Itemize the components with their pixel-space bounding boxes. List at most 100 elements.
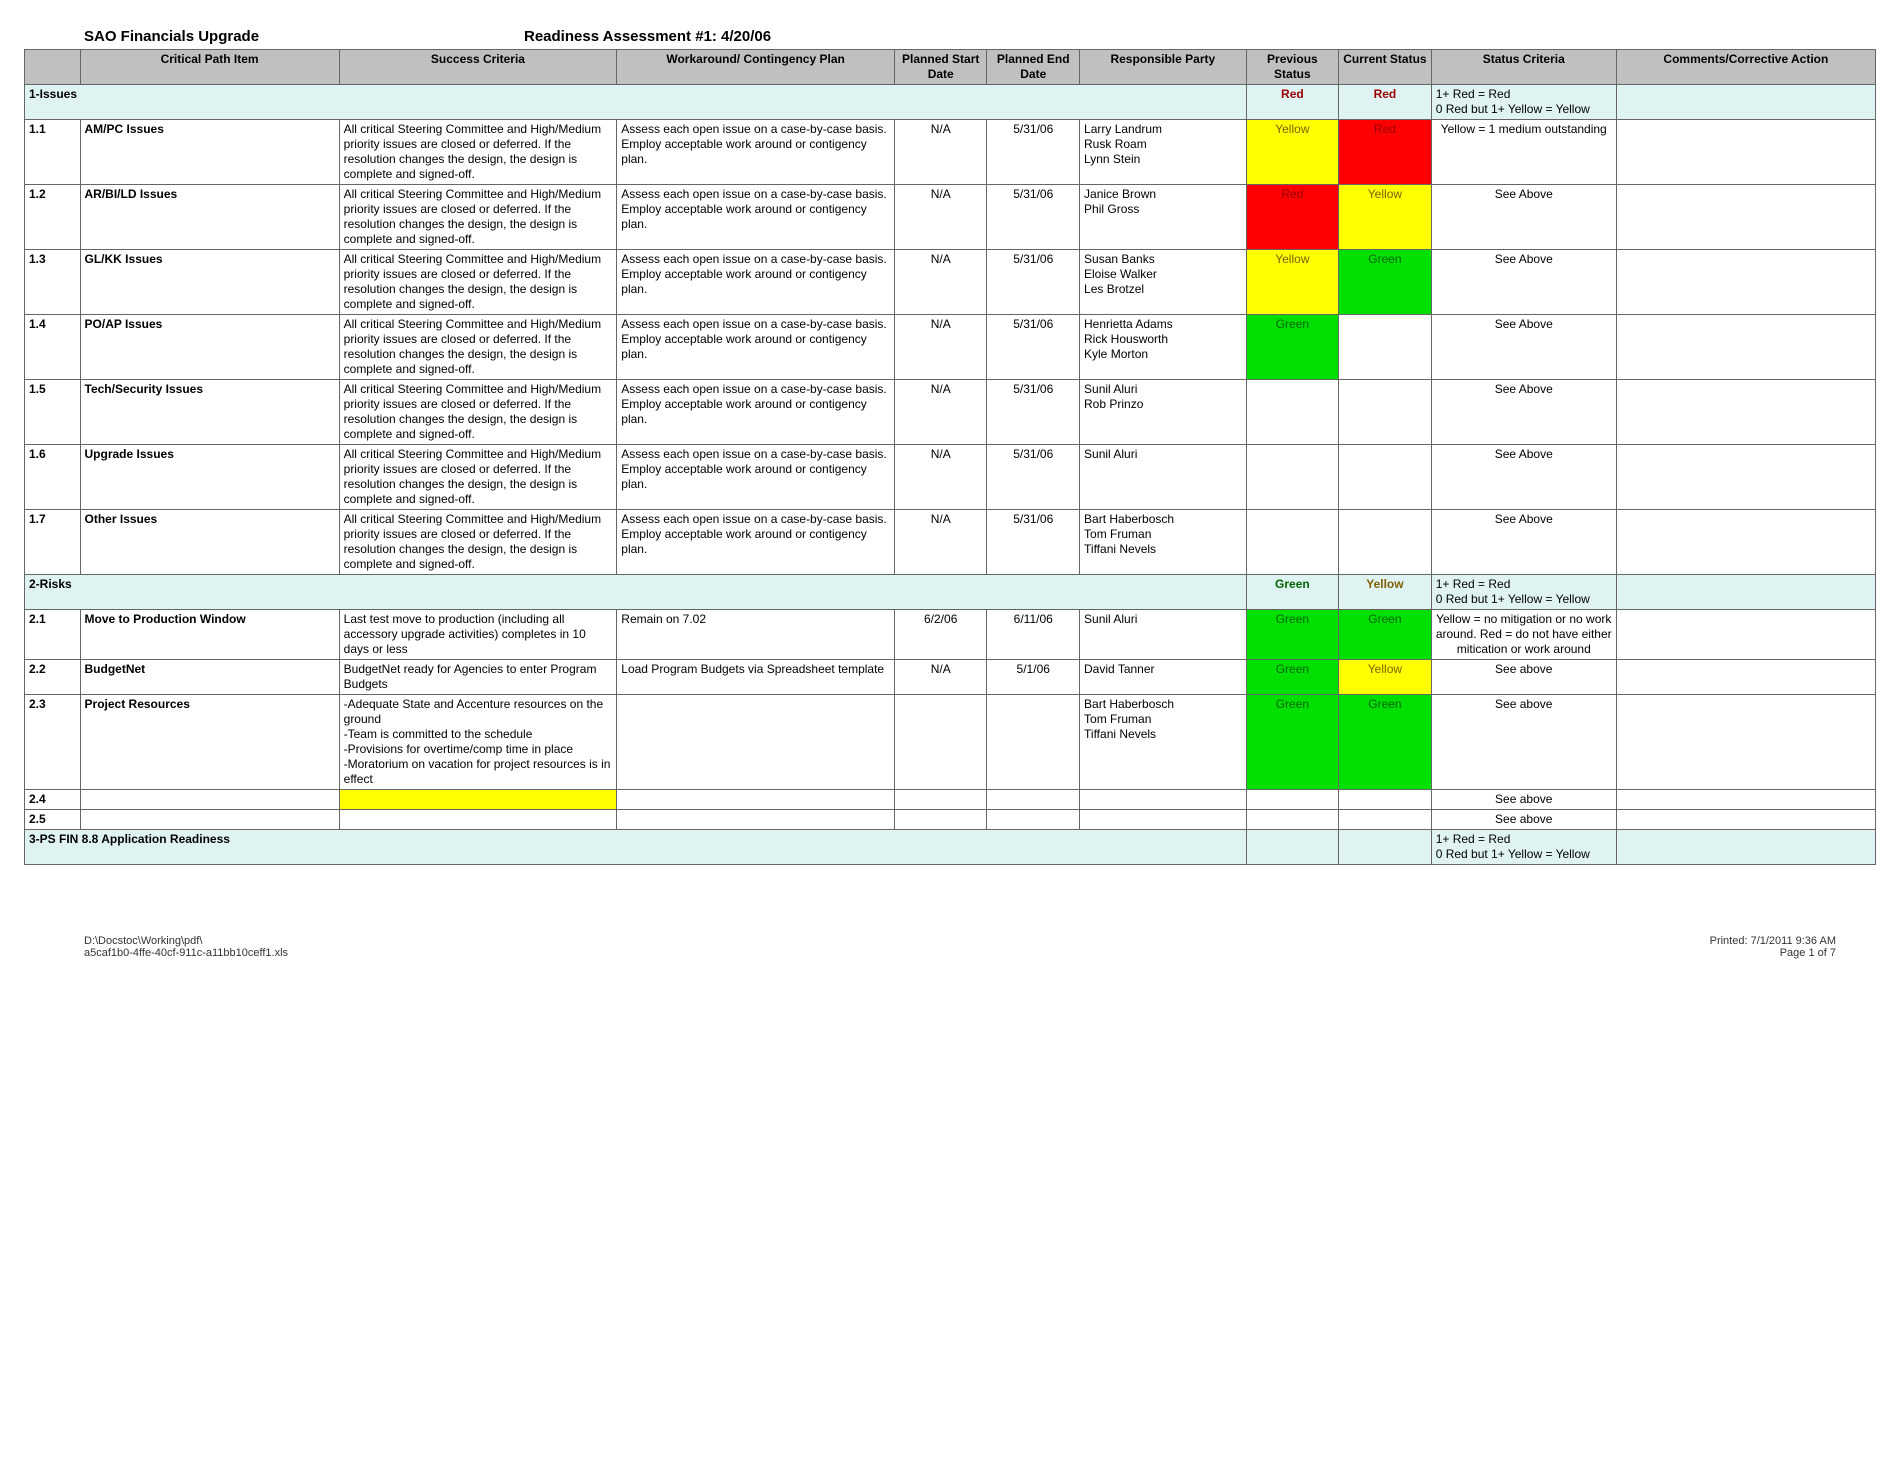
- table-body: 1-IssuesRedRed1+ Red = Red 0 Red but 1+ …: [25, 85, 1876, 865]
- section-status-criteria: 1+ Red = Red 0 Red but 1+ Yellow = Yello…: [1431, 830, 1616, 865]
- footer-file: a5caf1b0-4ffe-40cf-911c-a11bb10ceff1.xls: [84, 947, 288, 959]
- cell-success: All critical Steering Committee and High…: [339, 185, 617, 250]
- cell-responsible: [1080, 810, 1247, 830]
- footer-printed: Printed: 7/1/2011 9:36 AM: [1710, 935, 1836, 947]
- cell-workaround: Assess each open issue on a case-by-case…: [617, 445, 895, 510]
- cell-success: -Adequate State and Accenture resources …: [339, 695, 617, 790]
- table-row: 2.3Project Resources-Adequate State and …: [25, 695, 1876, 790]
- cell-comments: [1616, 120, 1875, 185]
- cell-end: 6/11/06: [987, 610, 1080, 660]
- cell-end: 5/31/06: [987, 510, 1080, 575]
- cell-comments: [1616, 445, 1875, 510]
- cell-responsible: Larry Landrum Rusk Roam Lynn Stein: [1080, 120, 1247, 185]
- cell-success: BudgetNet ready for Agencies to enter Pr…: [339, 660, 617, 695]
- cell-start: N/A: [894, 185, 987, 250]
- cell-start: N/A: [894, 660, 987, 695]
- section-prev-status: Green: [1246, 575, 1339, 610]
- table-row: 2.5See above: [25, 810, 1876, 830]
- cell-end: 5/31/06: [987, 445, 1080, 510]
- cell-end: 5/31/06: [987, 315, 1080, 380]
- cell-status-criteria: See Above: [1431, 510, 1616, 575]
- cell-item: Other Issues: [80, 510, 339, 575]
- cell-start: N/A: [894, 250, 987, 315]
- cell-item: [80, 790, 339, 810]
- cell-workaround: [617, 695, 895, 790]
- cell-start: N/A: [894, 315, 987, 380]
- cell-comments: [1616, 315, 1875, 380]
- cell-end: 5/31/06: [987, 380, 1080, 445]
- cell-item: AR/BI/LD Issues: [80, 185, 339, 250]
- cell-status-criteria: See above: [1431, 695, 1616, 790]
- cell-responsible: [1080, 790, 1247, 810]
- cell-prev-status: Green: [1246, 695, 1339, 790]
- cell-success: Last test move to production (including …: [339, 610, 617, 660]
- col-comments: Comments/Corrective Action: [1616, 50, 1875, 85]
- col-start: Planned Start Date: [894, 50, 987, 85]
- cell-comments: [1616, 380, 1875, 445]
- cell-curr-status: Green: [1339, 695, 1432, 790]
- cell-success: All critical Steering Committee and High…: [339, 120, 617, 185]
- cell-responsible: Janice Brown Phil Gross: [1080, 185, 1247, 250]
- section-prev-status: Red: [1246, 85, 1339, 120]
- section-comments: [1616, 85, 1875, 120]
- cell-num: 1.5: [25, 380, 81, 445]
- cell-curr-status: [1339, 445, 1432, 510]
- section-curr-status: [1339, 830, 1432, 865]
- cell-start: N/A: [894, 120, 987, 185]
- cell-responsible: Susan Banks Eloise Walker Les Brotzel: [1080, 250, 1247, 315]
- col-item: Critical Path Item: [80, 50, 339, 85]
- cell-item: Tech/Security Issues: [80, 380, 339, 445]
- cell-success: [339, 810, 617, 830]
- section-row: 2-RisksGreenYellow1+ Red = Red 0 Red but…: [25, 575, 1876, 610]
- col-status: Status Criteria: [1431, 50, 1616, 85]
- cell-comments: [1616, 185, 1875, 250]
- table-row: 1.3GL/KK IssuesAll critical Steering Com…: [25, 250, 1876, 315]
- cell-prev-status: [1246, 510, 1339, 575]
- cell-curr-status: [1339, 790, 1432, 810]
- col-prev: Previous Status: [1246, 50, 1339, 85]
- cell-status-criteria: See Above: [1431, 445, 1616, 510]
- cell-workaround: Assess each open issue on a case-by-case…: [617, 185, 895, 250]
- cell-item: BudgetNet: [80, 660, 339, 695]
- section-title: 2-Risks: [25, 575, 1247, 610]
- cell-success: All critical Steering Committee and High…: [339, 315, 617, 380]
- cell-comments: [1616, 810, 1875, 830]
- cell-end: [987, 810, 1080, 830]
- cell-status-criteria: See above: [1431, 660, 1616, 695]
- assessment-table: Critical Path Item Success Criteria Work…: [24, 49, 1876, 865]
- cell-responsible: David Tanner: [1080, 660, 1247, 695]
- section-title: 3-PS FIN 8.8 Application Readiness: [25, 830, 1247, 865]
- cell-end: 5/31/06: [987, 120, 1080, 185]
- section-comments: [1616, 830, 1875, 865]
- section-row: 1-IssuesRedRed1+ Red = Red 0 Red but 1+ …: [25, 85, 1876, 120]
- cell-num: 1.2: [25, 185, 81, 250]
- cell-responsible: Sunil Aluri: [1080, 610, 1247, 660]
- cell-workaround: Assess each open issue on a case-by-case…: [617, 510, 895, 575]
- cell-comments: [1616, 660, 1875, 695]
- cell-curr-status: Green: [1339, 250, 1432, 315]
- cell-item: AM/PC Issues: [80, 120, 339, 185]
- table-row: 1.6Upgrade IssuesAll critical Steering C…: [25, 445, 1876, 510]
- cell-curr-status: Yellow: [1339, 185, 1432, 250]
- footer-page: Page 1 of 7: [1710, 947, 1836, 959]
- cell-status-criteria: See Above: [1431, 380, 1616, 445]
- cell-workaround: [617, 790, 895, 810]
- cell-responsible: Henrietta Adams Rick Housworth Kyle Mort…: [1080, 315, 1247, 380]
- table-row: 2.4See above: [25, 790, 1876, 810]
- cell-success: All critical Steering Committee and High…: [339, 250, 617, 315]
- cell-curr-status: [1339, 380, 1432, 445]
- cell-item: PO/AP Issues: [80, 315, 339, 380]
- cell-item: Upgrade Issues: [80, 445, 339, 510]
- cell-start: [894, 695, 987, 790]
- col-end: Planned End Date: [987, 50, 1080, 85]
- cell-prev-status: Red: [1246, 185, 1339, 250]
- cell-success: [339, 790, 617, 810]
- cell-prev-status: Yellow: [1246, 120, 1339, 185]
- table-header: Critical Path Item Success Criteria Work…: [25, 50, 1876, 85]
- cell-success: All critical Steering Committee and High…: [339, 380, 617, 445]
- section-curr-status: Red: [1339, 85, 1432, 120]
- table-row: 1.5Tech/Security IssuesAll critical Stee…: [25, 380, 1876, 445]
- section-status-criteria: 1+ Red = Red 0 Red but 1+ Yellow = Yello…: [1431, 575, 1616, 610]
- section-row: 3-PS FIN 8.8 Application Readiness 1+ Red…: [25, 830, 1876, 865]
- cell-success: All critical Steering Committee and High…: [339, 510, 617, 575]
